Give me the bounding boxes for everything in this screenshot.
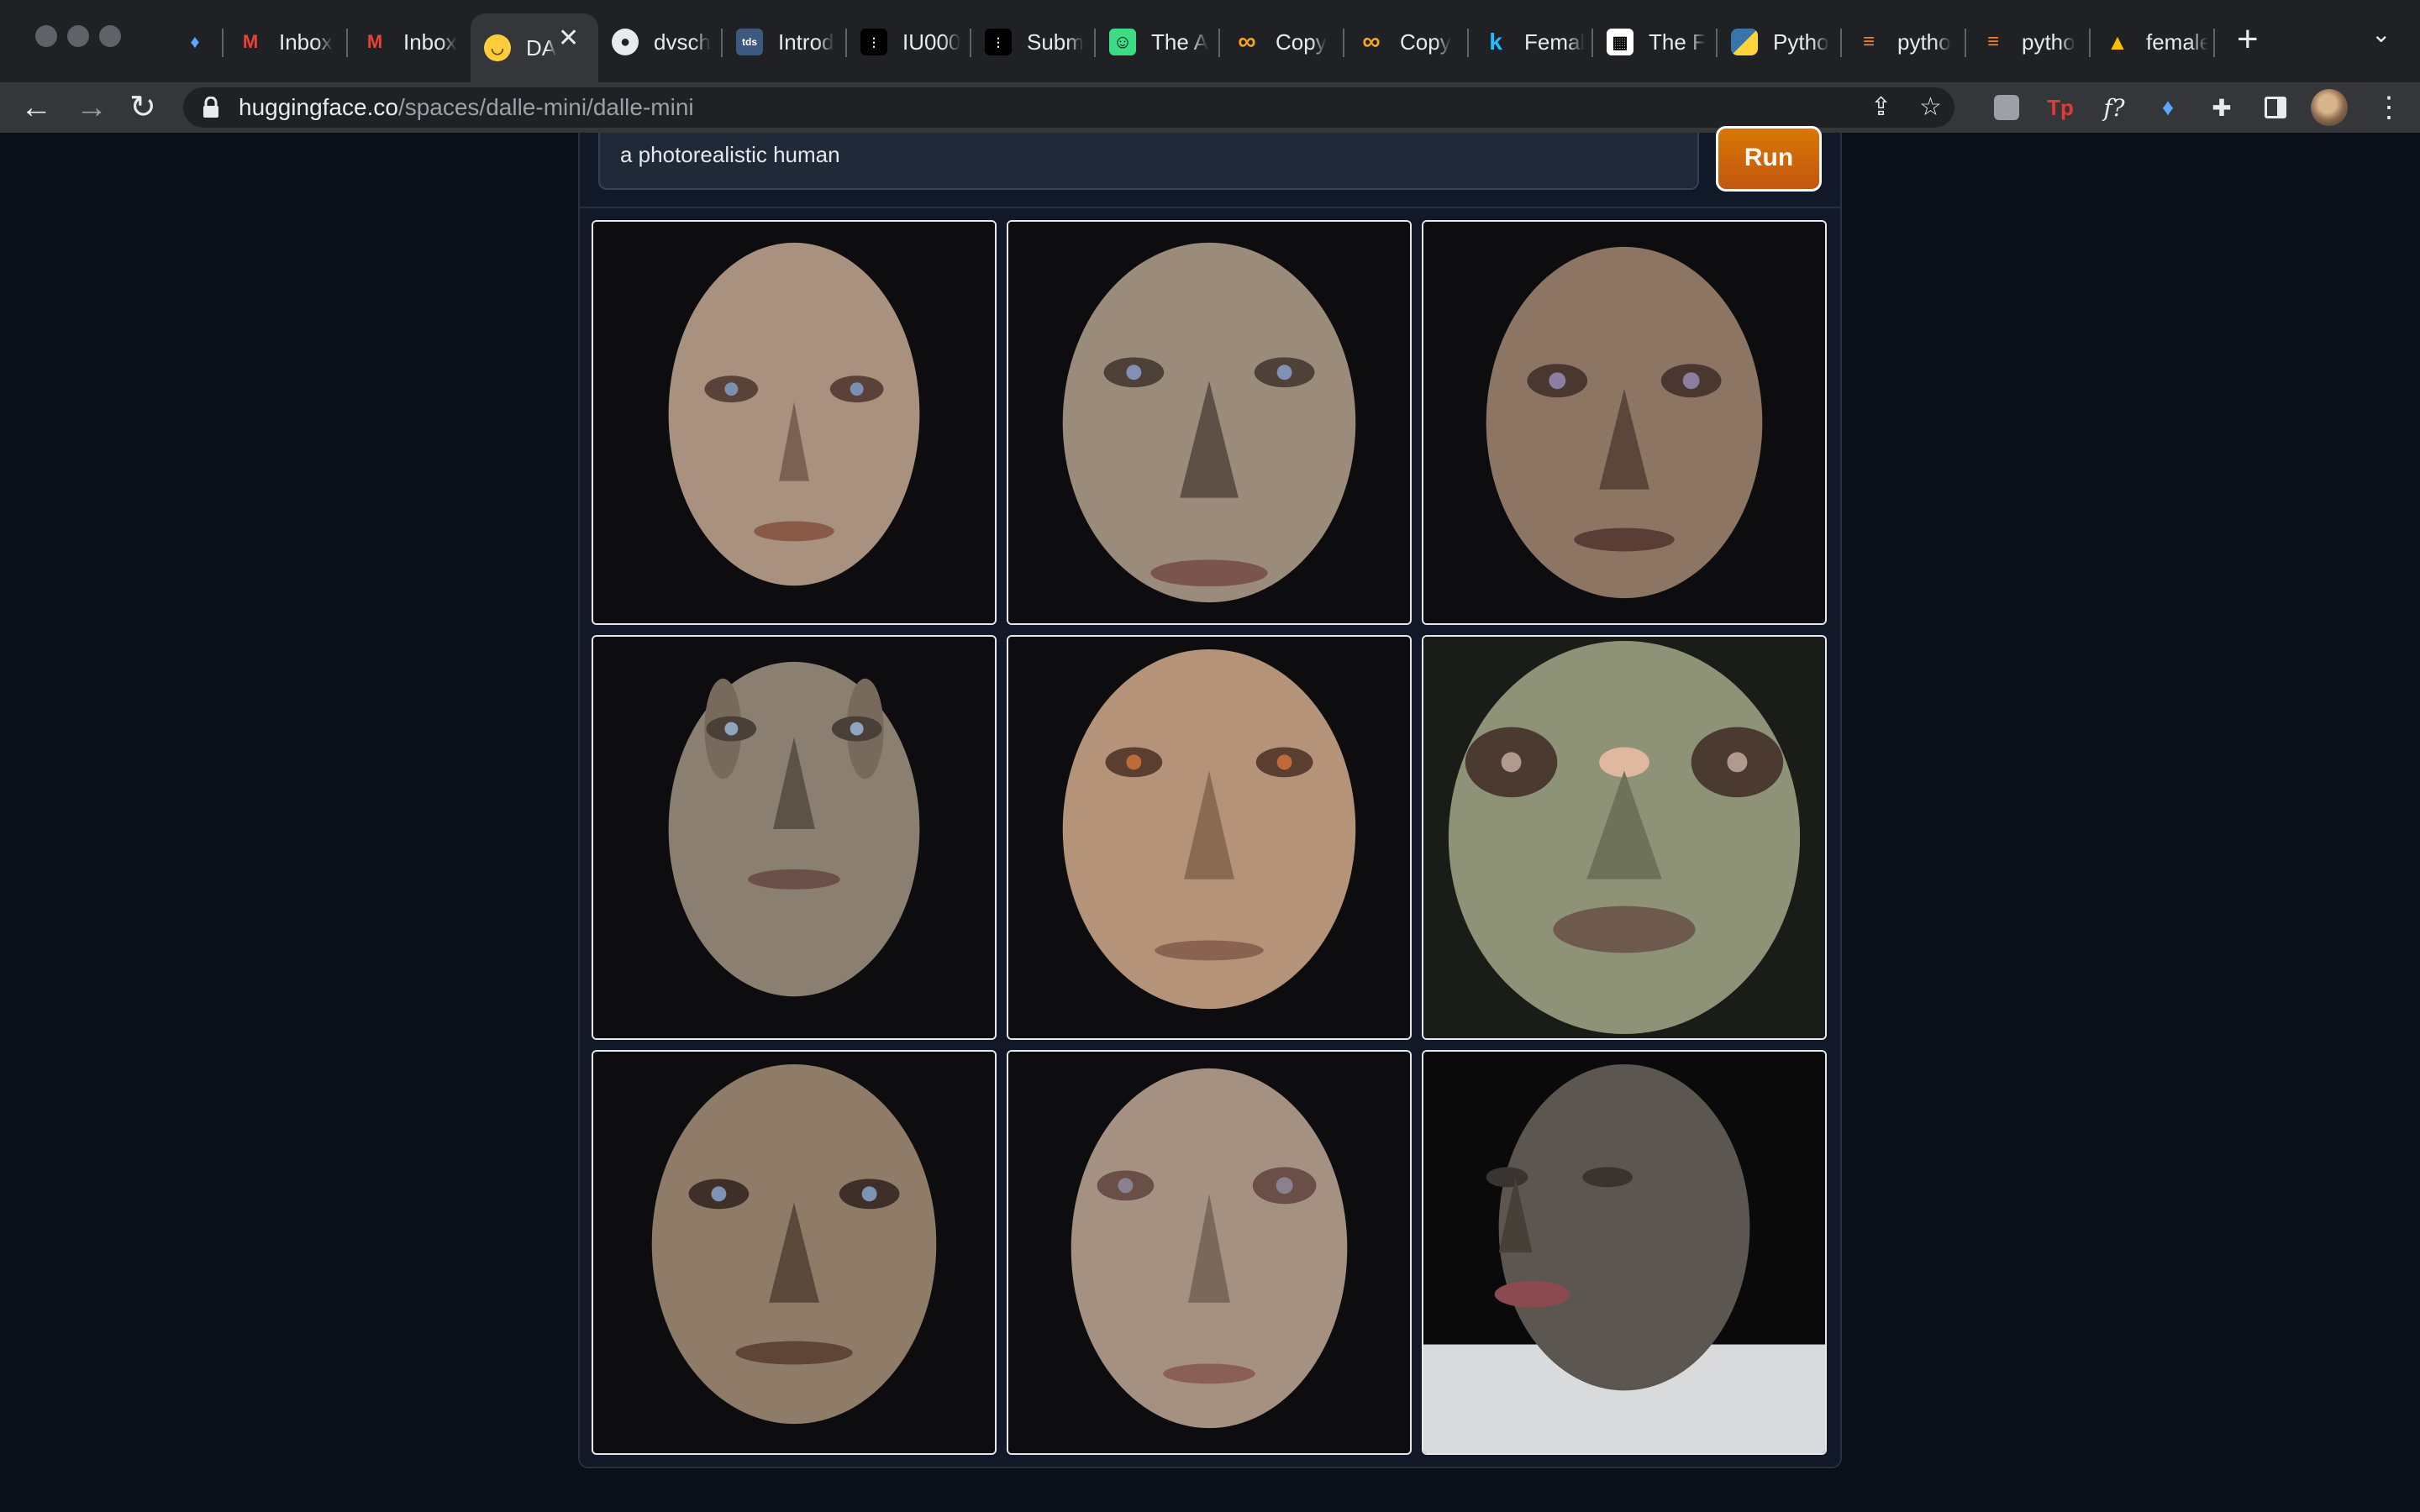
face-image — [593, 1052, 995, 1453]
bookmark-star-icon[interactable]: ☆ — [1919, 94, 1942, 121]
back-arrow-icon[interactable]: ← — [20, 87, 52, 128]
tab-title: Inbox — [279, 29, 333, 55]
window-minimize-button[interactable] — [67, 25, 89, 47]
reload-icon[interactable]: ↻ — [129, 87, 156, 128]
extension-gem-icon[interactable]: ♦ — [2153, 92, 2183, 123]
run-button[interactable]: Run — [1716, 126, 1822, 192]
tab-the-f[interactable]: ▦ The F — [1593, 15, 1711, 69]
face-image — [1423, 222, 1825, 623]
profile-avatar[interactable] — [2311, 89, 2348, 126]
image-gallery — [592, 220, 1828, 1457]
window-close-button[interactable] — [35, 25, 57, 47]
new-tab-icon[interactable]: + — [2237, 18, 2259, 60]
gallery-image-9[interactable] — [1422, 1050, 1827, 1455]
extensions-puzzle-icon[interactable]: ✚ — [2207, 92, 2237, 123]
face-image — [1423, 1052, 1825, 1453]
tab-title: Subm — [1027, 29, 1084, 55]
tab-copy-2[interactable]: ∞ Copy — [1344, 15, 1462, 69]
tab-title: Pytho — [1773, 29, 1829, 55]
browser-menu-icon[interactable]: ⋮ — [2375, 89, 2403, 126]
panel-divider — [578, 207, 1842, 208]
gallery-image-5[interactable] — [1007, 635, 1412, 1040]
tab-title: Femal — [1524, 29, 1586, 55]
tab-inbox-2[interactable]: M Inbox — [348, 15, 466, 69]
url-text[interactable]: huggingface.co/spaces/dalle-mini/dalle-m… — [239, 87, 694, 128]
huggingface-icon: ◡ — [484, 34, 511, 61]
tab-inbox-1[interactable]: M Inbox — [224, 15, 341, 69]
gallery-image-7[interactable] — [592, 1050, 997, 1455]
forward-arrow-icon[interactable]: → — [76, 87, 108, 128]
tab-title: The A — [1151, 29, 1208, 55]
tab-title: female — [2146, 29, 2208, 55]
extension-grey-icon[interactable] — [1991, 92, 2022, 123]
gallery-image-4[interactable] — [592, 635, 997, 1040]
tab-dalle-mini[interactable]: ◡ DA — [471, 13, 598, 82]
prompt-input[interactable]: a photorealistic human — [598, 133, 1699, 190]
k-icon: k — [1489, 29, 1502, 55]
gallery-image-2[interactable] — [1007, 220, 1412, 625]
tds-icon: tds — [736, 29, 763, 55]
tab-tds[interactable]: tds Introd — [723, 15, 840, 69]
face-image — [593, 637, 995, 1038]
tab-subm[interactable]: ⋮ Subm — [971, 15, 1089, 69]
tab-title: IU000 — [902, 29, 961, 55]
close-tab-icon[interactable]: ✕ — [558, 24, 579, 53]
tab-female[interactable]: ▲ female — [2091, 15, 2208, 69]
tab-strip: ♦ M Inbox M Inbox ◡ DA ✕ ● dvsch tds Int… — [0, 0, 2420, 82]
infinity-icon: ∞ — [1362, 28, 1381, 55]
infinity-icon: ∞ — [1238, 28, 1256, 55]
tab-iu000[interactable]: ⋮ IU000 — [847, 15, 965, 69]
face-image — [593, 222, 995, 623]
face-image — [1008, 637, 1410, 1038]
tab-femal[interactable]: k Femal — [1469, 15, 1586, 69]
tab-search-chevron-icon[interactable]: ⌄ — [2371, 20, 2391, 48]
extension-formula-icon[interactable]: f? — [2099, 92, 2129, 123]
tab-github[interactable]: ● dvsch — [598, 15, 716, 69]
tab-python-1[interactable]: Pytho — [1718, 15, 1835, 69]
tab-the-a[interactable]: ☺ The A — [1096, 15, 1213, 69]
tab-python-3[interactable]: ≡ pytho — [1966, 15, 2084, 69]
gallery-image-6[interactable] — [1422, 635, 1827, 1040]
face-image — [1423, 637, 1825, 1038]
tab-python-2[interactable]: ≡ pytho — [1842, 15, 1960, 69]
tab-title: dvsch — [654, 29, 711, 55]
tab-title: The F — [1649, 29, 1706, 55]
face-image — [1008, 222, 1410, 623]
tab-copy-1[interactable]: ∞ Copy — [1220, 15, 1338, 69]
qr-icon: ▦ — [1607, 29, 1634, 55]
gallery-image-1[interactable] — [592, 220, 997, 625]
tab-title: pytho — [2022, 29, 2075, 55]
google-drive-icon: ▲ — [2107, 29, 2128, 55]
tab-title: DA — [526, 34, 557, 60]
lock-icon — [203, 97, 218, 118]
gem-icon: ♦ — [190, 31, 200, 52]
gallery-image-3[interactable] — [1422, 220, 1827, 625]
tab-title: Introd — [778, 29, 834, 55]
gmail-icon: M — [366, 31, 383, 52]
extension-tp-icon[interactable]: Tp — [2045, 92, 2075, 123]
github-icon: ● — [612, 29, 639, 55]
tab-title: Inbox — [403, 29, 457, 55]
address-bar[interactable]: huggingface.co/spaces/dalle-mini/dalle-m… — [183, 87, 1954, 128]
tab-pinned-gem[interactable]: ♦ — [168, 15, 218, 69]
tab-title: Copy — [1276, 29, 1327, 55]
smiley-icon: ☺ — [1109, 29, 1136, 55]
python-icon — [1731, 29, 1758, 55]
gallery-image-8[interactable] — [1007, 1050, 1412, 1455]
stackoverflow-icon: ≡ — [1986, 30, 1999, 53]
share-icon[interactable]: ⇪ — [1870, 94, 1891, 121]
gmail-icon: M — [242, 31, 259, 52]
dots-icon: ⋮ — [985, 29, 1012, 55]
side-panel-icon[interactable] — [2260, 92, 2291, 123]
stackoverflow-icon: ≡ — [1862, 30, 1875, 53]
tab-title: Copy — [1400, 29, 1451, 55]
tab-title: pytho — [1897, 29, 1951, 55]
dots-icon: ⋮ — [860, 29, 887, 55]
face-image — [1008, 1052, 1410, 1453]
window-zoom-button[interactable] — [99, 25, 121, 47]
